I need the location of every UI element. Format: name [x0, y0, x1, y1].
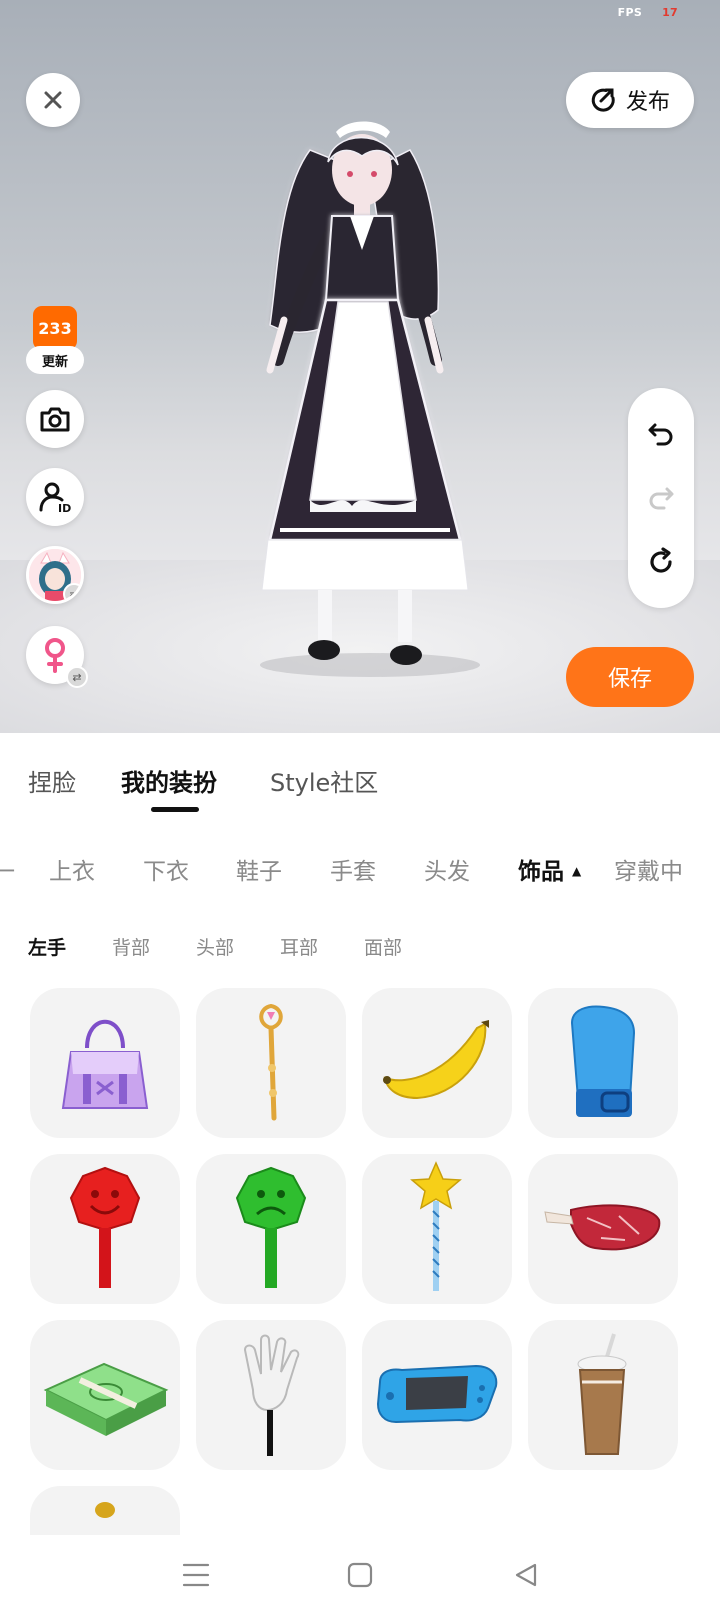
main-tabs: 捏脸 我的装扮 Style社区: [0, 733, 720, 823]
category-tabs[interactable]: 一 上衣 下衣 鞋子 手套 头发 饰品 ▲ 穿戴中: [0, 833, 720, 909]
glove-hand-stick-icon: [243, 1334, 300, 1456]
undo-button[interactable]: [641, 414, 681, 454]
item-tile[interactable]: [362, 988, 512, 1138]
avatar-id-button[interactable]: ID: [26, 468, 84, 526]
subcategory-ear[interactable]: 耳部: [280, 933, 318, 960]
avatar-viewport[interactable]: FPS 17 发布 233 更新 ID ⇄ ⇄ 保存: [0, 0, 720, 733]
system-navigation-bar: [0, 1535, 720, 1612]
category-wearing[interactable]: 穿戴中: [614, 852, 683, 886]
item-tile[interactable]: [30, 988, 180, 1138]
camera-icon: [40, 407, 70, 432]
history-panel: [628, 388, 694, 608]
purple-handbag-icon: [61, 1019, 149, 1109]
tab-style-community[interactable]: Style社区: [270, 763, 378, 798]
redo-icon: [649, 487, 674, 510]
back-nav-button[interactable]: [506, 1555, 546, 1595]
update-label: 更新: [26, 346, 84, 374]
publish-button[interactable]: 发布: [566, 72, 694, 128]
partial-item-icon: [95, 1502, 115, 1518]
subcategory-head[interactable]: 头部: [196, 933, 234, 960]
character-avatar-button[interactable]: ⇄: [26, 546, 84, 604]
meat-icon: [544, 1204, 661, 1251]
save-button[interactable]: 保存: [566, 647, 694, 707]
item-tile[interactable]: [196, 1320, 346, 1470]
item-tile[interactable]: [528, 988, 678, 1138]
money-stack-icon: [43, 1362, 169, 1436]
banana-icon: [383, 1020, 489, 1100]
undo-icon: [648, 423, 673, 446]
item-tile[interactable]: [30, 1486, 180, 1542]
category-hair[interactable]: 头发: [424, 852, 470, 886]
item-tile[interactable]: [196, 1154, 346, 1304]
category-shoes[interactable]: 鞋子: [236, 852, 282, 886]
game-console-icon: [376, 1364, 498, 1424]
reset-icon: [650, 547, 672, 573]
close-icon: [44, 91, 62, 109]
gender-button-wrap: ⇄: [26, 626, 88, 688]
star-wand-icon: [410, 1161, 462, 1291]
category-tops[interactable]: 上衣: [49, 852, 95, 886]
subcategory-back[interactable]: 背部: [112, 933, 150, 960]
red-smiley-sign-icon: [69, 1166, 141, 1288]
person-id-icon: ID: [39, 482, 71, 514]
category-accessories[interactable]: 饰品 ▲: [518, 852, 581, 886]
item-tile[interactable]: [30, 1154, 180, 1304]
back-triangle-icon: [515, 1563, 537, 1587]
gender-button[interactable]: ⇄: [26, 626, 88, 688]
item-tile[interactable]: [528, 1154, 678, 1304]
item-tile[interactable]: [528, 1320, 678, 1470]
item-tile[interactable]: [30, 1320, 180, 1470]
fps-label: FPS: [617, 6, 643, 19]
tab-face[interactable]: 捏脸: [28, 763, 76, 798]
tab-my-outfit[interactable]: 我的装扮: [121, 763, 217, 798]
avatar-id-button-wrap: ID: [26, 468, 84, 526]
camera-button-wrap: [26, 390, 84, 448]
swap-icon: ⇄: [63, 583, 81, 601]
active-tab-indicator: [151, 807, 199, 812]
svg-text:ID: ID: [58, 502, 71, 514]
category-partial: 一: [0, 859, 15, 885]
category-bottoms[interactable]: 下衣: [143, 852, 189, 886]
character-swap-wrap: ⇄: [26, 546, 84, 604]
menu-icon: [182, 1563, 210, 1587]
reset-button[interactable]: [641, 542, 681, 582]
boxing-glove-icon: [570, 1005, 636, 1117]
category-gloves[interactable]: 手套: [330, 852, 376, 886]
item-tile[interactable]: [362, 1320, 512, 1470]
home-square-icon: [347, 1562, 373, 1588]
camera-button[interactable]: [26, 390, 84, 448]
redo-button[interactable]: [641, 478, 681, 518]
publish-label: 发布: [625, 90, 670, 115]
swap-icon: ⇄: [66, 666, 88, 688]
item-tile[interactable]: [362, 1154, 512, 1304]
avatar-model[interactable]: [240, 110, 480, 710]
female-icon: [45, 638, 65, 673]
publish-icon: [591, 88, 615, 112]
close-button[interactable]: [26, 73, 80, 127]
category-accessories-label: 饰品: [518, 859, 564, 885]
caret-up-icon: ▲: [572, 864, 582, 878]
subcategory-face[interactable]: 面部: [364, 933, 402, 960]
item-tile[interactable]: [196, 988, 346, 1138]
green-sad-sign-icon: [235, 1166, 307, 1288]
fps-value: 17: [662, 6, 678, 19]
home-nav-button[interactable]: [340, 1555, 380, 1595]
magic-staff-icon: [259, 1003, 283, 1121]
coffee-cup-icon: [577, 1333, 627, 1455]
subcategory-tabs: 左手 背部 头部 耳部 面部: [0, 920, 720, 970]
menu-nav-button[interactable]: [176, 1555, 216, 1595]
fps-counter: FPS 17: [618, 6, 678, 19]
app-logo-icon: 233: [33, 306, 77, 350]
subcategory-left-hand[interactable]: 左手: [28, 933, 66, 960]
update-badge[interactable]: 233 更新: [26, 306, 84, 378]
